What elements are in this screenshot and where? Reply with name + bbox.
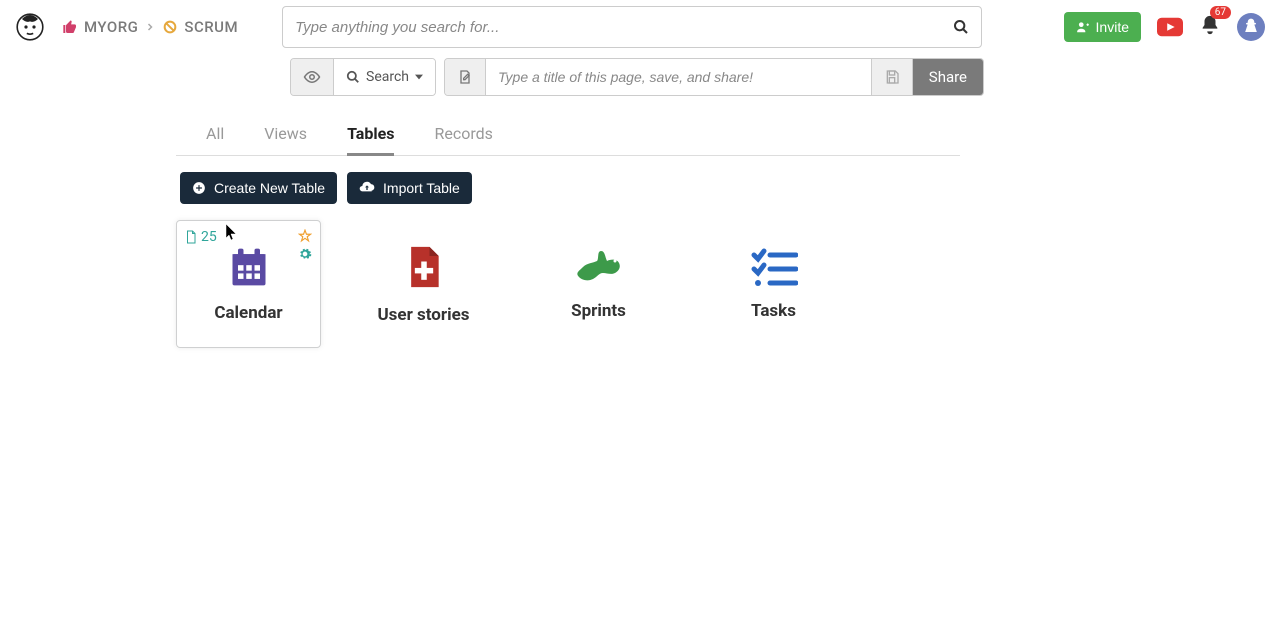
card-title: User stories	[377, 305, 469, 325]
tab-records[interactable]: Records	[434, 114, 492, 155]
invite-button[interactable]: Invite	[1064, 12, 1141, 42]
avatar[interactable]	[1237, 13, 1265, 41]
card-record-count: 25	[185, 229, 217, 245]
chevron-right-icon	[144, 21, 156, 33]
card-calendar[interactable]: 25 Calendar	[176, 220, 321, 348]
global-search[interactable]	[282, 6, 982, 48]
top-bar: MYORG SCRUM Invite 67	[0, 0, 1279, 54]
checklist-icon	[750, 247, 798, 287]
tab-views[interactable]: Views	[264, 114, 307, 155]
notification-badge: 67	[1210, 6, 1231, 19]
card-title: Calendar	[214, 303, 282, 323]
breadcrumb-project[interactable]: SCRUM	[184, 18, 238, 36]
thumbs-up-icon	[62, 19, 78, 35]
import-table-button[interactable]: Import Table	[347, 172, 472, 204]
notifications-button[interactable]: 67	[1199, 14, 1221, 40]
rabbit-icon	[571, 247, 627, 287]
save-icon	[884, 69, 900, 85]
card-tasks[interactable]: Tasks	[701, 220, 846, 348]
eye-icon	[303, 68, 321, 86]
caret-down-icon	[415, 73, 423, 81]
card-corner-actions	[298, 229, 312, 261]
table-cards: 25 Calendar User stories	[176, 204, 960, 348]
table-actions: Create New Table Import Table	[176, 156, 960, 204]
app-logo	[14, 11, 46, 43]
card-title: Sprints	[571, 301, 626, 321]
search-dropdown-label: Search	[366, 69, 409, 85]
youtube-icon[interactable]	[1157, 17, 1183, 37]
breadcrumb-org[interactable]: MYORG	[84, 18, 138, 36]
ban-icon	[162, 19, 178, 35]
import-table-label: Import Table	[383, 180, 460, 196]
page-title-field-wrap	[485, 59, 871, 95]
search-dropdown[interactable]: Search	[333, 59, 435, 95]
search-icon	[346, 70, 360, 84]
card-sprints[interactable]: Sprints	[526, 220, 671, 348]
page-edit-button[interactable]	[445, 59, 485, 95]
search-input[interactable]	[295, 19, 953, 36]
plus-circle-icon	[192, 181, 206, 195]
breadcrumb: MYORG SCRUM	[62, 18, 238, 36]
main-content: All Views Tables Records Create New Tabl…	[0, 96, 960, 348]
file-edit-icon	[457, 69, 473, 85]
star-icon[interactable]	[298, 229, 312, 243]
visibility-button[interactable]	[291, 59, 333, 95]
card-title: Tasks	[751, 301, 796, 321]
invite-label: Invite	[1096, 19, 1129, 35]
share-button[interactable]: Share	[912, 59, 983, 95]
card-user-stories[interactable]: User stories	[351, 220, 496, 348]
calendar-icon	[227, 245, 271, 289]
save-button[interactable]	[871, 59, 912, 95]
create-table-label: Create New Table	[214, 180, 325, 196]
gear-icon[interactable]	[298, 247, 312, 261]
user-plus-icon	[1076, 20, 1090, 34]
tab-bar: All Views Tables Records	[176, 106, 960, 156]
visibility-search-group: Search	[290, 58, 436, 96]
share-label: Share	[929, 68, 967, 86]
cloud-upload-icon	[359, 181, 375, 195]
page-title-input[interactable]	[498, 69, 859, 85]
sub-toolbar: Search Share	[0, 54, 1279, 96]
search-icon[interactable]	[953, 19, 969, 35]
file-icon	[185, 230, 197, 244]
medkit-icon	[402, 243, 446, 291]
top-right-controls: Invite 67	[1064, 12, 1265, 42]
create-table-button[interactable]: Create New Table	[180, 172, 337, 204]
page-title-group: Share	[444, 58, 984, 96]
tab-all[interactable]: All	[206, 114, 224, 155]
mouse-cursor	[225, 223, 237, 241]
tab-tables[interactable]: Tables	[347, 114, 394, 156]
